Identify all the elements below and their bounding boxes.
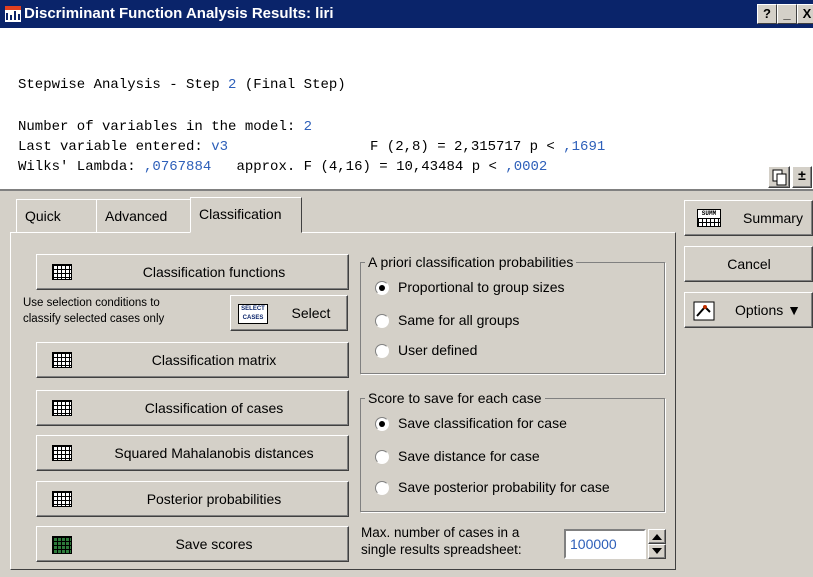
window-titlebar[interactable]: Discriminant Function Analysis Results: … [0, 0, 813, 28]
selection-conditions-note: Use selection conditions to classify sele… [23, 297, 165, 325]
save-scores-button[interactable]: Save scores [36, 526, 349, 562]
radio-unchecked-icon [375, 314, 389, 328]
spreadsheet-icon [52, 264, 72, 280]
minimize-button[interactable]: _ [777, 4, 797, 24]
radio-checked-icon [375, 281, 389, 295]
spreadsheet-icon [52, 352, 72, 368]
max-cases-input[interactable]: 100000 [564, 529, 646, 559]
output-variables-line: Number of variables in the model: 2 [18, 119, 313, 135]
radio-checked-icon [375, 417, 389, 431]
select-cases-icon: SELECT CASES [238, 304, 268, 324]
spreadsheet-icon [52, 445, 72, 461]
radio-unchecked-icon [375, 344, 389, 358]
copy-icon [772, 169, 787, 186]
copy-output-button[interactable] [768, 166, 790, 188]
summary-icon: SUMM [697, 209, 721, 227]
posterior-probabilities-button[interactable]: Posterior probabilities [36, 481, 349, 517]
summary-button[interactable]: SUMM Summary [684, 200, 813, 236]
max-cases-down-button[interactable] [648, 544, 666, 559]
score-to-save-group: Score to save for each case Save classif… [360, 390, 665, 512]
tab-advanced[interactable]: Advanced [96, 199, 191, 233]
arrow-up-icon [652, 534, 662, 540]
a-priori-group: A priori classification probabilities Pr… [360, 254, 665, 374]
radio-unchecked-icon [375, 450, 389, 464]
options-icon [693, 301, 715, 321]
window-title: Discriminant Function Analysis Results: … [24, 5, 334, 22]
statistica-app-icon [5, 6, 21, 22]
tab-quick[interactable]: Quick [16, 199, 97, 233]
expand-toggle-button[interactable]: ± [792, 166, 812, 188]
save-spreadsheet-icon [52, 536, 72, 554]
plus-minus-icon: ± [797, 169, 807, 185]
output-wilks-lambda-line: Wilks' Lambda: ,0767884 approx. F (4,16)… [18, 159, 548, 175]
tab-classification[interactable]: Classification [190, 197, 302, 233]
classification-matrix-button[interactable]: Classification matrix [36, 342, 349, 378]
max-cases-up-button[interactable] [648, 529, 666, 544]
classification-panel: Classification functions Use selection c… [10, 232, 676, 570]
classification-of-cases-button[interactable]: Classification of cases [36, 390, 349, 426]
arrow-down-icon [652, 548, 662, 554]
output-last-variable-line: Last variable entered: v3 F (2,8) = 2,315… [18, 139, 606, 155]
close-button[interactable]: X [797, 4, 813, 24]
select-cases-button[interactable]: SELECT CASES Select [230, 295, 348, 331]
spreadsheet-icon [52, 400, 72, 416]
cancel-button[interactable]: Cancel [684, 246, 813, 282]
output-step-line: Stepwise Analysis - Step 2 (Final Step) [18, 77, 346, 93]
squared-mahalanobis-button[interactable]: Squared Mahalanobis distances [36, 435, 349, 471]
classification-functions-button[interactable]: Classification functions [36, 254, 349, 290]
help-button[interactable]: ? [757, 4, 777, 24]
results-output-pane: Stepwise Analysis - Step 2 (Final Step) … [0, 28, 813, 191]
max-cases-label: Max. number of cases in a single results … [361, 525, 522, 557]
radio-unchecked-icon [375, 481, 389, 495]
spreadsheet-icon [52, 491, 72, 507]
options-dropdown-button[interactable]: Options ▼ [684, 292, 813, 328]
